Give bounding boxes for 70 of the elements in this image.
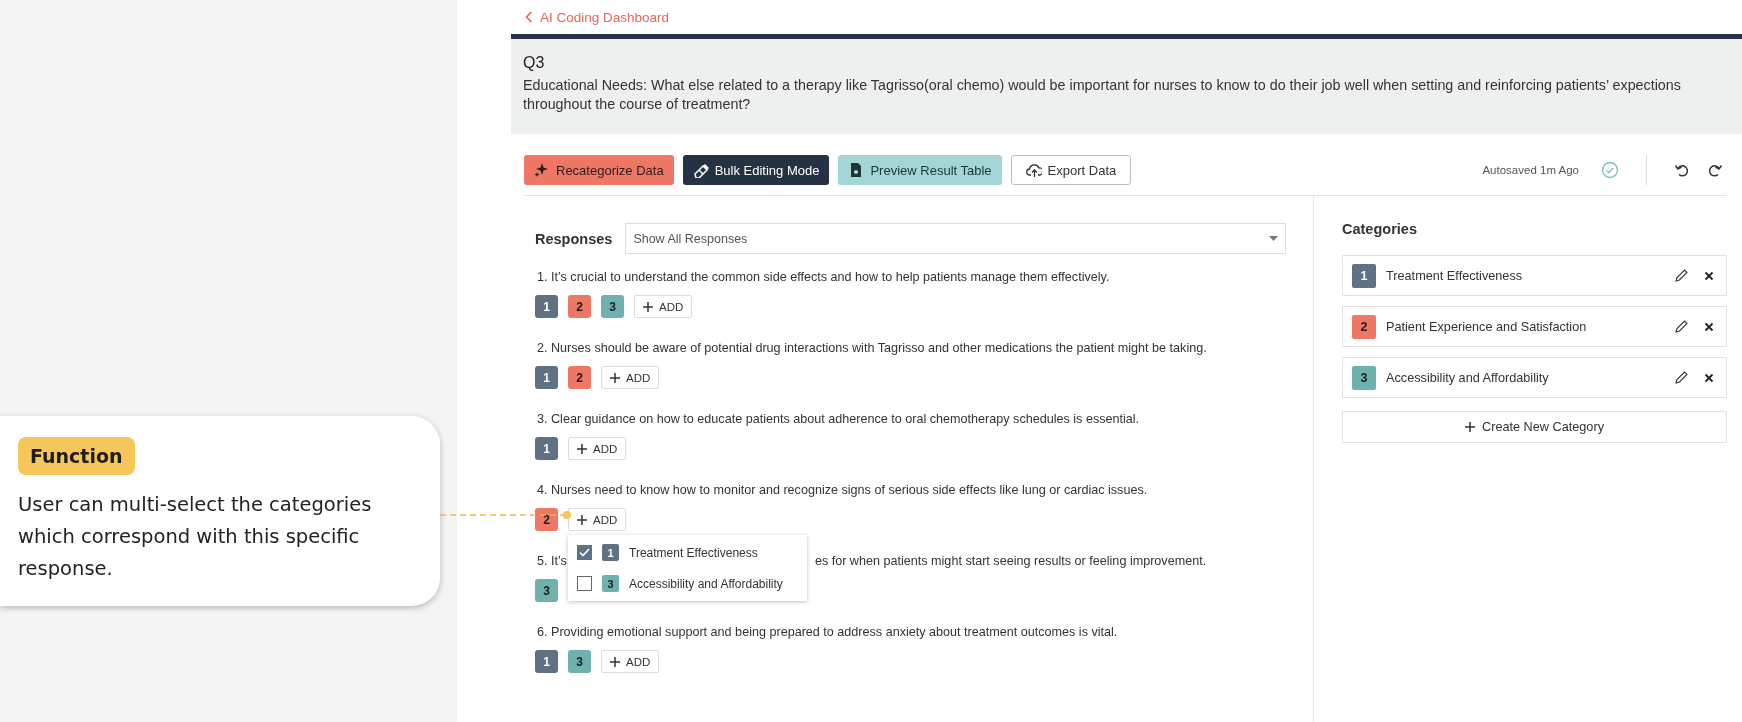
recategorize-button[interactable]: Recategorize Data bbox=[524, 155, 674, 185]
option-label: Treatment Effectiveness bbox=[629, 545, 758, 560]
pencil-icon[interactable] bbox=[1674, 370, 1688, 385]
category-tag: 3 bbox=[601, 295, 624, 318]
add-button[interactable]: ADD bbox=[568, 437, 627, 460]
response-text: 6. Providing emotional support and being prepared to address anxiety about treatment outcomes is vital. bbox=[536, 624, 1119, 641]
add-button[interactable]: ADD bbox=[601, 650, 660, 673]
autosave-status: Autosaved 1m Ago bbox=[1482, 164, 1579, 176]
category-tag: 3 bbox=[602, 575, 619, 592]
checkmark-icon bbox=[579, 548, 590, 557]
eraser-icon bbox=[692, 162, 709, 178]
add-button[interactable]: ADD bbox=[634, 295, 693, 318]
bulk-button[interactable]: Bulk Editing Mode bbox=[682, 155, 830, 185]
category-tag: 1 bbox=[535, 366, 558, 389]
category-tag: 1 bbox=[535, 295, 558, 318]
category-tag: 2 bbox=[535, 508, 558, 531]
preview-button[interactable]: Preview Result Table bbox=[838, 155, 1002, 185]
plus-icon bbox=[610, 656, 620, 667]
chevron-left-icon bbox=[525, 11, 533, 23]
plus-icon bbox=[643, 301, 653, 312]
category-row[interactable]: 3 Accessibility and Affordability bbox=[1342, 357, 1727, 398]
section-title: Responses bbox=[535, 230, 613, 247]
plus-icon bbox=[577, 443, 587, 454]
category-row[interactable]: 2 Patient Experience and Satisfaction bbox=[1342, 306, 1727, 347]
close-icon[interactable] bbox=[1704, 372, 1714, 383]
export-button[interactable]: Export Data bbox=[1010, 155, 1132, 185]
category-row[interactable]: 1 Treatment Effectiveness bbox=[1342, 255, 1727, 296]
response-text: 4. Nurses need to know how to monitor and recognize signs of serious side effects like lung or cardiac issues. bbox=[536, 482, 1149, 499]
category-tag: 3 bbox=[1352, 365, 1376, 390]
redo-icon[interactable] bbox=[1707, 162, 1723, 178]
category-tag: 2 bbox=[1352, 314, 1376, 339]
response-text: es for when patients might start seeing results or feeling improvement. bbox=[814, 554, 1207, 568]
checkbox[interactable] bbox=[577, 545, 592, 560]
category-tag: 2 bbox=[568, 295, 591, 318]
response-text: 5. It’s bbox=[537, 554, 567, 568]
sparkle-icon bbox=[534, 162, 550, 178]
category-name: Treatment Effectiveness bbox=[1386, 268, 1524, 283]
question-number: Q3 bbox=[523, 54, 546, 72]
callout-badge: Function bbox=[18, 437, 135, 475]
question-text: Educational Needs: What else related to a therapy like Tagrisso(oral chemo) would be important for nurses to know to do their job well when setting and reinforcing patients’ expections throughout the course of treatment? bbox=[523, 76, 1682, 114]
check-circle-icon bbox=[1601, 161, 1619, 179]
category-tag: 1 bbox=[1352, 263, 1376, 288]
plus-icon bbox=[1465, 422, 1475, 432]
callout-text: User can multi-select the categories which correspond with this specific response. bbox=[18, 492, 373, 582]
cloud-upload-icon bbox=[1025, 162, 1042, 178]
checkbox[interactable] bbox=[577, 576, 592, 591]
category-name: Accessibility and Affordability bbox=[1386, 370, 1550, 385]
category-name: Patient Experience and Satisfaction bbox=[1386, 319, 1588, 334]
pencil-icon[interactable] bbox=[1674, 268, 1688, 283]
option-label: Accessibility and Affordability bbox=[629, 576, 783, 591]
response-text: 3. Clear guidance on how to educate patients about adherence to oral chemotherapy schedules is essential. bbox=[536, 411, 1141, 428]
pencil-icon[interactable] bbox=[1674, 319, 1688, 334]
section-title: Categories bbox=[1342, 221, 1418, 237]
filter-dropdown[interactable]: Show All Responses bbox=[625, 223, 1286, 254]
close-icon[interactable] bbox=[1704, 270, 1714, 281]
close-icon[interactable] bbox=[1704, 321, 1714, 332]
plus-icon bbox=[610, 372, 620, 383]
response-text: 2. Nurses should be aware of potential drug interactions with Tagrisso and other medications the patient might be taking. bbox=[536, 340, 1208, 357]
category-tag: 1 bbox=[535, 650, 558, 673]
response-text: 1. It’s crucial to understand the common side effects and how to help patients manage them effectively. bbox=[536, 269, 1111, 286]
category-tag: 2 bbox=[568, 366, 591, 389]
category-tag: 3 bbox=[535, 579, 558, 602]
undo-icon[interactable] bbox=[1674, 162, 1690, 178]
category-tag: 1 bbox=[535, 437, 558, 460]
category-tag: 3 bbox=[568, 650, 591, 673]
create-category-button[interactable]: Create New Category bbox=[1342, 411, 1727, 443]
plus-icon bbox=[577, 514, 587, 525]
category-tag: 1 bbox=[602, 544, 619, 561]
add-button[interactable]: ADD bbox=[601, 366, 660, 389]
caret-down-icon bbox=[1269, 236, 1278, 241]
